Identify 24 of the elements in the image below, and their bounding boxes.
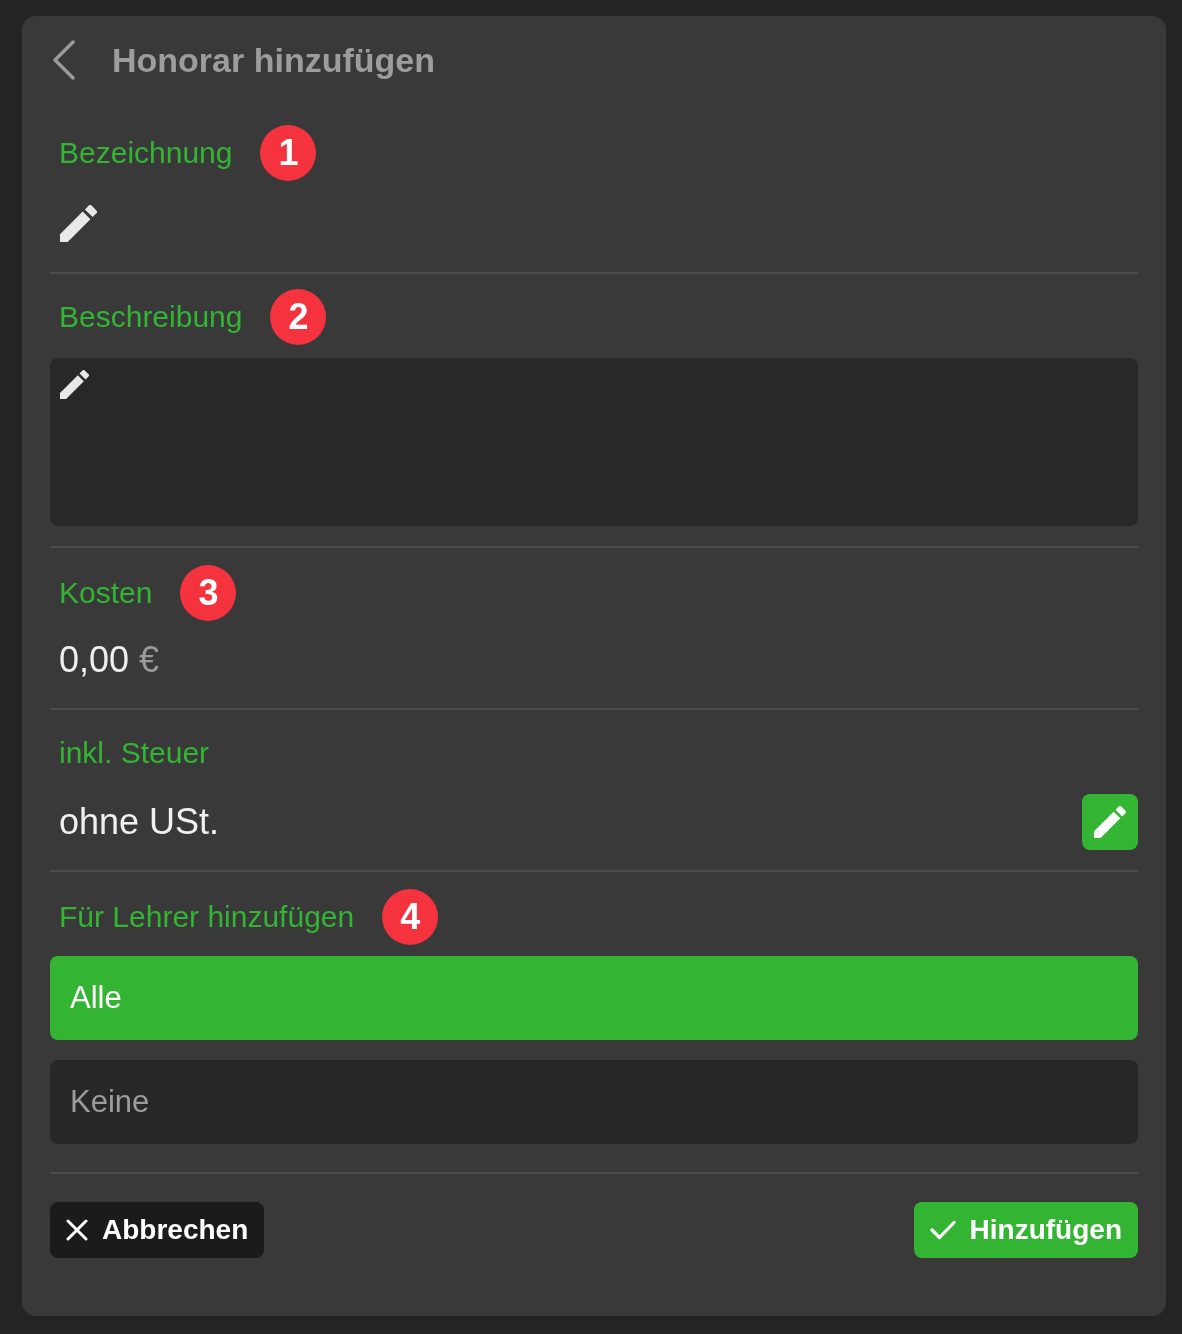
close-icon [66, 1219, 88, 1241]
dialog-title: Honorar hinzufügen [112, 40, 435, 80]
edit-button[interactable] [1082, 794, 1138, 850]
step-badge: 4 [382, 889, 439, 945]
field-label: Für Lehrer hinzufügen [59, 900, 355, 934]
cancel-button[interactable]: Abbrechen [50, 1202, 265, 1258]
pencil-icon [1094, 806, 1126, 838]
back-button[interactable] [50, 40, 78, 80]
field-label: Bezeichnung [59, 136, 233, 170]
tax-value: ohne USt. [59, 801, 220, 843]
option-button[interactable]: Keine [50, 1060, 1138, 1144]
amount-value: 0,00 [59, 639, 130, 681]
textarea-field[interactable] [50, 358, 1138, 526]
currency-symbol: € [139, 639, 160, 681]
check-icon [929, 1220, 956, 1240]
chevron-left-icon [52, 40, 76, 80]
field-label: inkl. Steuer [59, 736, 210, 770]
field-label: Beschreibung [59, 300, 243, 334]
step-badge: 1 [260, 125, 317, 181]
step-badge: 3 [180, 565, 237, 621]
pencil-icon [60, 204, 97, 242]
field-label: Kosten [59, 576, 153, 610]
pencil-icon [60, 370, 89, 399]
step-badge: 2 [270, 289, 327, 345]
